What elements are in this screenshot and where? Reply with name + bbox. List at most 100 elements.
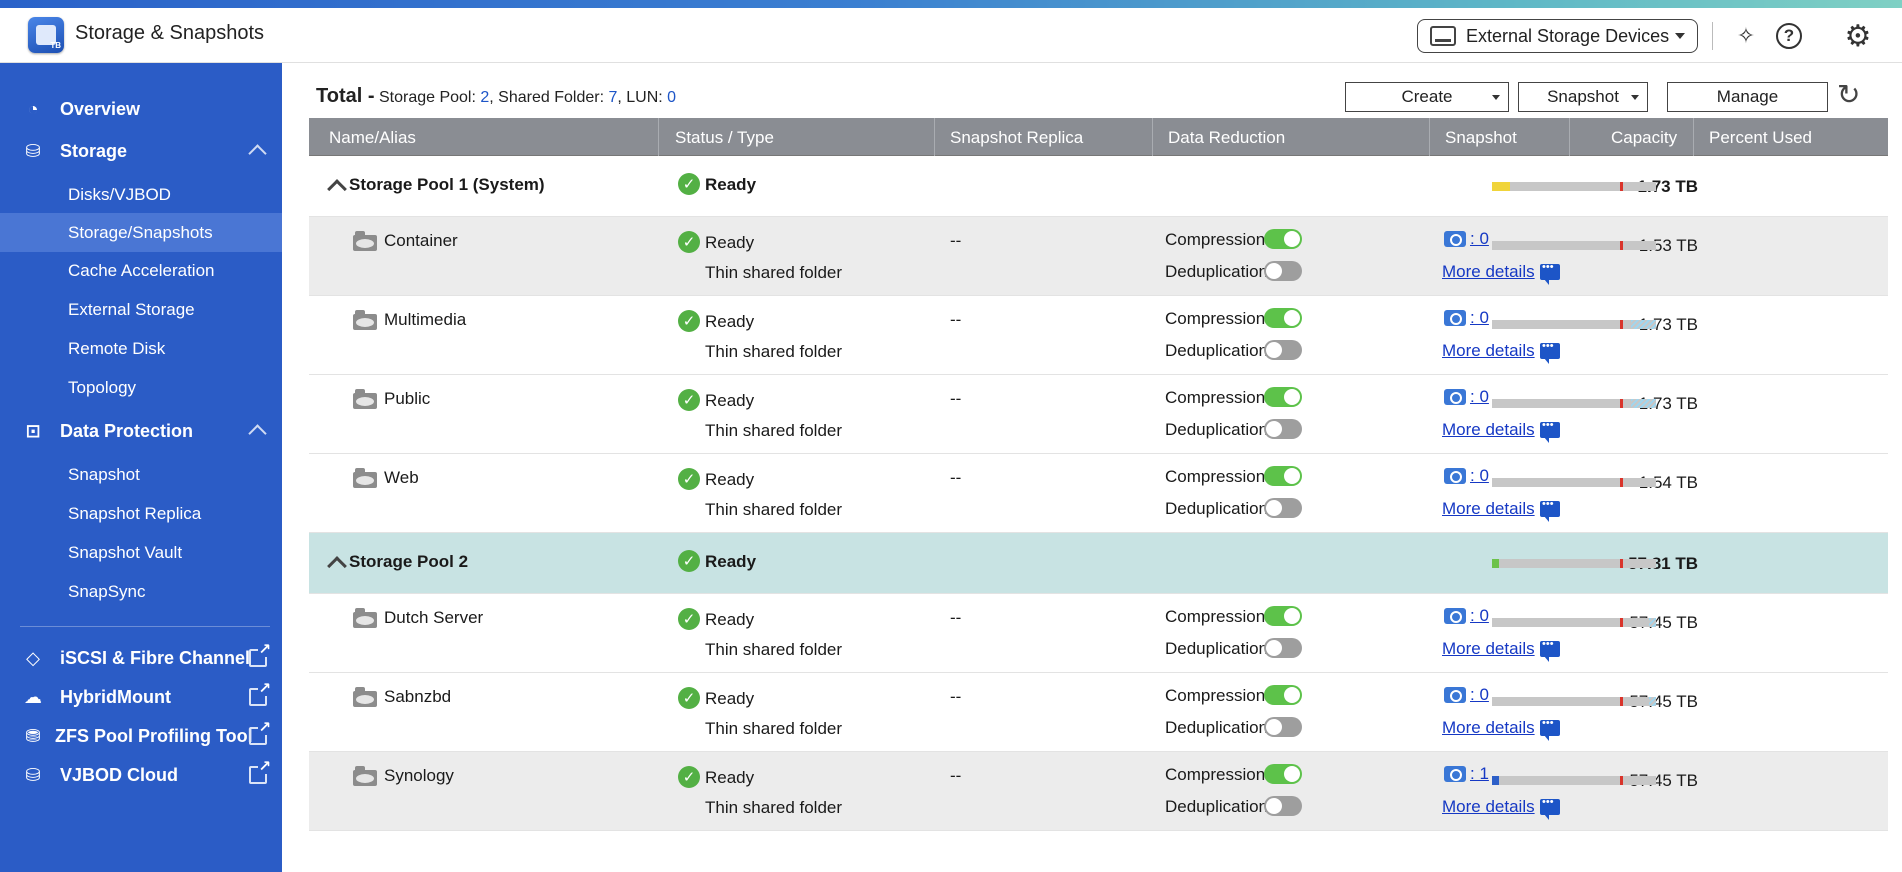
- snapshot-count-link[interactable]: : 0: [1470, 685, 1489, 705]
- snapshot-camera-icon[interactable]: [1444, 231, 1466, 247]
- column-header-capacity[interactable]: Capacity: [1611, 128, 1677, 148]
- compression-toggle[interactable]: [1264, 387, 1302, 407]
- sidebar-item-external-storage[interactable]: External Storage: [0, 292, 282, 328]
- shared-folder-row[interactable]: Sabnzbd ✓ Ready Thin shared folder -- Compres…: [309, 673, 1888, 752]
- details-chat-icon[interactable]: [1540, 340, 1560, 364]
- sidebar-item-cache-acceleration[interactable]: Cache Acceleration: [0, 253, 282, 289]
- more-details-link[interactable]: More details: [1442, 718, 1535, 738]
- column-header-name[interactable]: Name/Alias: [329, 128, 416, 148]
- chevron-up-icon[interactable]: [248, 424, 267, 443]
- deduplication-toggle[interactable]: [1264, 261, 1302, 281]
- sidebar-item-snapshot-vault[interactable]: Snapshot Vault: [0, 535, 282, 571]
- sidebar-item-label: Remote Disk: [68, 339, 166, 358]
- deduplication-toggle[interactable]: [1264, 796, 1302, 816]
- sidebar-item-hybridmount[interactable]: ☁ HybridMount: [0, 679, 282, 715]
- snapshot-camera-icon[interactable]: [1444, 310, 1466, 326]
- usage-bar: [1492, 320, 1656, 329]
- column-header-snapshot-replica[interactable]: Snapshot Replica: [950, 128, 1083, 148]
- compression-toggle[interactable]: [1264, 685, 1302, 705]
- gear-icon[interactable]: ⚙: [1844, 20, 1872, 53]
- compression-label: Compression:: [1165, 309, 1270, 328]
- shared-folder-row[interactable]: Synology ✓ Ready Thin shared folder -- Compre…: [309, 752, 1888, 831]
- sidebar-item-snapshot[interactable]: Snapshot: [0, 457, 282, 493]
- sidebar-item-label: Data Protection: [60, 420, 194, 441]
- usage-bar: [1492, 241, 1656, 250]
- sidebar-item-snapsync[interactable]: SnapSync: [0, 574, 282, 610]
- manage-button[interactable]: Manage: [1667, 82, 1828, 112]
- create-button[interactable]: Create: [1345, 82, 1509, 112]
- compression-toggle[interactable]: [1264, 308, 1302, 328]
- compression-toggle[interactable]: [1264, 606, 1302, 626]
- compression-toggle[interactable]: [1264, 229, 1302, 249]
- external-storage-devices-dropdown[interactable]: External Storage Devices: [1417, 19, 1698, 53]
- more-details-link[interactable]: More details: [1442, 262, 1535, 282]
- snapshot-count-link[interactable]: : 1: [1470, 764, 1489, 784]
- compression-toggle[interactable]: [1264, 466, 1302, 486]
- column-header-status[interactable]: Status / Type: [675, 128, 774, 148]
- column-divider: [1152, 118, 1153, 156]
- snapshot-camera-icon[interactable]: [1444, 608, 1466, 624]
- deduplication-toggle[interactable]: [1264, 717, 1302, 737]
- chevron-up-icon[interactable]: [327, 179, 347, 199]
- sidebar-item-zfs-pool-profiling-tool[interactable]: ⛃ ZFS Pool Profiling Tool: [0, 718, 282, 754]
- shared-folder-row[interactable]: Multimedia ✓ Ready Thin shared folder -- Comp…: [309, 296, 1888, 375]
- deduplication-label: Deduplication:: [1165, 797, 1273, 816]
- snapshot-button[interactable]: Snapshot: [1518, 82, 1648, 112]
- shared-folder-row[interactable]: Public ✓ Ready Thin shared folder -- Compress…: [309, 375, 1888, 454]
- sidebar-item-storage[interactable]: ⛁ Storage: [0, 133, 282, 169]
- shared-folder-row[interactable]: Web ✓ Ready Thin shared folder -- Compression…: [309, 454, 1888, 533]
- details-chat-icon[interactable]: [1540, 419, 1560, 443]
- snapshot-count-link[interactable]: : 0: [1470, 606, 1489, 626]
- column-header-percent-used[interactable]: Percent Used: [1709, 128, 1812, 148]
- usage-bar-overcommit: [1649, 618, 1656, 627]
- details-chat-icon[interactable]: [1540, 498, 1560, 522]
- folder-disk: [356, 774, 374, 783]
- details-chat-icon[interactable]: [1540, 638, 1560, 662]
- main-content: Total - Storage Pool: 2, Shared Folder: …: [282, 63, 1902, 872]
- shared-folder-row[interactable]: Dutch Server ✓ Ready Thin shared folder -- Co…: [309, 594, 1888, 673]
- chevron-up-icon[interactable]: [248, 144, 267, 163]
- folder-name: Dutch Server: [384, 608, 484, 627]
- help-icon[interactable]: ?: [1775, 22, 1803, 50]
- more-details-link[interactable]: More details: [1442, 499, 1535, 519]
- deduplication-toggle[interactable]: [1264, 340, 1302, 360]
- snapshot-count-link[interactable]: : 0: [1470, 229, 1489, 249]
- storage-pool-row[interactable]: Storage Pool 1 (System) ✓ Ready 1.73 TB: [309, 156, 1888, 217]
- column-header-data-reduction[interactable]: Data Reduction: [1168, 128, 1285, 148]
- sidebar-item-topology[interactable]: Topology: [0, 370, 282, 406]
- sidebar-item-remote-disk[interactable]: Remote Disk: [0, 331, 282, 367]
- deduplication-toggle[interactable]: [1264, 498, 1302, 518]
- folder-disk: [356, 476, 374, 485]
- snapshot-count-link[interactable]: : 0: [1470, 387, 1489, 407]
- sidebar-item-data-protection[interactable]: ⊡ Data Protection: [0, 413, 282, 449]
- sidebar-item-iscsi-fibre-channel[interactable]: ◇ iSCSI & Fibre Channel: [0, 640, 282, 676]
- sidebar-item-vjbod-cloud[interactable]: ⛁ VJBOD Cloud: [0, 757, 282, 793]
- snapshot-camera-icon[interactable]: [1444, 468, 1466, 484]
- snapshot-camera-icon[interactable]: [1444, 766, 1466, 782]
- sidebar-item-label: Snapshot Replica: [68, 504, 202, 523]
- more-details-link[interactable]: More details: [1442, 797, 1535, 817]
- details-chat-icon[interactable]: [1540, 796, 1560, 820]
- shared-folder-row[interactable]: Container ✓ Ready Thin shared folder -- Compr…: [309, 217, 1888, 296]
- deduplication-toggle[interactable]: [1264, 419, 1302, 439]
- sidebar-item-overview[interactable]: ◔ Overview: [0, 91, 282, 127]
- refresh-icon[interactable]: ↻: [1837, 78, 1860, 111]
- magic-wand-icon[interactable]: ✧: [1732, 22, 1760, 50]
- snapshot-count-link[interactable]: : 0: [1470, 308, 1489, 328]
- more-details-link[interactable]: More details: [1442, 639, 1535, 659]
- storage-pool-row[interactable]: Storage Pool 2 ✓ Ready 57.81 TB: [309, 533, 1888, 594]
- details-chat-icon[interactable]: [1540, 717, 1560, 741]
- chevron-up-icon[interactable]: [327, 556, 347, 576]
- snapshot-camera-icon[interactable]: [1444, 687, 1466, 703]
- more-details-link[interactable]: More details: [1442, 341, 1535, 361]
- sidebar-item-snapshot-replica[interactable]: Snapshot Replica: [0, 496, 282, 532]
- deduplication-toggle[interactable]: [1264, 638, 1302, 658]
- details-chat-icon[interactable]: [1540, 261, 1560, 285]
- column-header-snapshot[interactable]: Snapshot: [1445, 128, 1517, 148]
- sidebar-item-disks-vjbod[interactable]: Disks/VJBOD: [0, 177, 282, 213]
- snapshot-count-link[interactable]: : 0: [1470, 466, 1489, 486]
- compression-toggle[interactable]: [1264, 764, 1302, 784]
- sidebar-item-storage-snapshots[interactable]: Storage/Snapshots: [0, 213, 282, 252]
- more-details-link[interactable]: More details: [1442, 420, 1535, 440]
- snapshot-camera-icon[interactable]: [1444, 389, 1466, 405]
